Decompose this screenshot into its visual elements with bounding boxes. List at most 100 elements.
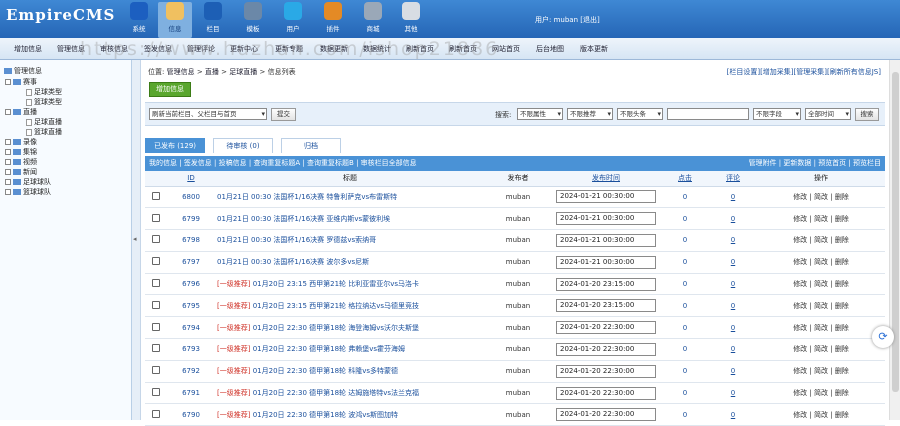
float-chat-icon[interactable]: ⟳: [872, 326, 894, 348]
expand-box-icon[interactable]: [5, 179, 11, 185]
action-quick-edit-link[interactable]: 简改: [814, 345, 828, 353]
page-scrollbar[interactable]: [889, 60, 900, 420]
row-id[interactable]: 6799: [167, 207, 215, 231]
row-id[interactable]: 6798: [167, 229, 215, 252]
row-id[interactable]: 6793: [167, 338, 215, 361]
expand-box-icon[interactable]: [5, 139, 11, 145]
action-edit-link[interactable]: 修改: [793, 389, 807, 397]
headline-select[interactable]: 不限头条: [617, 108, 663, 120]
tree-item[interactable]: 足球类型: [26, 87, 62, 97]
row-title-link[interactable]: 01月21日 00:30 法国杯1/16决赛 亚维内斯vs蒙彼利埃: [217, 215, 390, 223]
search-input[interactable]: [667, 108, 749, 120]
action-edit-link[interactable]: 修改: [793, 258, 807, 266]
action-delete-link[interactable]: 删除: [835, 367, 849, 375]
row-comments[interactable]: 0: [709, 360, 757, 383]
refresh-js-link[interactable]: [刷新所有信息JS]: [827, 68, 881, 76]
nav-user[interactable]: 用户: [276, 2, 310, 38]
subbar-link[interactable]: 更新数据: [783, 159, 811, 167]
search-button[interactable]: 搜索: [855, 108, 879, 121]
row-comments[interactable]: 0: [709, 273, 757, 296]
row-title-link[interactable]: 01月20日 22:30 德甲第18轮 达姆施塔特vs法兰克福: [253, 389, 419, 397]
nav-gear[interactable]: 其他: [394, 2, 428, 38]
action-edit-link[interactable]: 修改: [793, 193, 807, 201]
row-id[interactable]: 6791: [167, 382, 215, 405]
tree-item[interactable]: 集锦: [5, 147, 37, 157]
action-delete-link[interactable]: 删除: [835, 258, 849, 266]
col-comments[interactable]: 评论: [709, 171, 757, 187]
row-title-link[interactable]: 01月20日 23:15 西甲第21轮 格拉纳达vs马德里竞技: [253, 302, 419, 310]
action-edit-link[interactable]: 修改: [793, 367, 807, 375]
row-time-input[interactable]: 2024-01-21 00:30:00: [556, 233, 656, 247]
action-edit-link[interactable]: 修改: [793, 236, 807, 244]
tab-2[interactable]: 归档: [281, 138, 341, 153]
col-time[interactable]: 发布时间: [551, 171, 661, 187]
subbar-link[interactable]: 签发信息: [184, 159, 212, 167]
row-time-input[interactable]: 2024-01-20 22:30:00: [556, 408, 656, 422]
row-title-link[interactable]: 01月20日 22:30 德甲第18轮 弗赖堡vs霍芬海姆: [253, 345, 405, 353]
tree-item[interactable]: 足球球队: [5, 177, 51, 187]
expand-box-icon[interactable]: [5, 109, 11, 115]
tab-0[interactable]: 已发布 (129): [145, 138, 205, 153]
nav-template[interactable]: 模板: [236, 2, 270, 38]
subbar-link[interactable]: 审核栏目全部信息: [361, 159, 417, 167]
action-quick-edit-link[interactable]: 简改: [814, 302, 828, 310]
refresh-select[interactable]: 刷新当前栏目、父栏目与首页: [149, 108, 267, 120]
action-edit-link[interactable]: 修改: [793, 345, 807, 353]
row-comments[interactable]: 0: [709, 316, 757, 340]
row-title-link[interactable]: 01月20日 22:30 德甲第18轮 海登海姆vs沃尔夫斯堡: [253, 324, 419, 332]
row-time-input[interactable]: 2024-01-20 22:30:00: [556, 386, 656, 400]
row-checkbox[interactable]: [152, 366, 160, 375]
row-id[interactable]: 6794: [167, 316, 215, 340]
action-edit-link[interactable]: 修改: [793, 302, 807, 310]
manage-collect-link[interactable]: [管理采集]: [794, 68, 827, 76]
add-info-button[interactable]: 增加信息: [149, 82, 191, 97]
row-checkbox[interactable]: [152, 300, 160, 309]
action-delete-link[interactable]: 删除: [835, 280, 849, 288]
panel-splitter[interactable]: ◂: [132, 60, 141, 420]
row-comments[interactable]: 0: [709, 229, 757, 252]
row-title-link[interactable]: 01月20日 23:15 西甲第21轮 比利亚雷亚尔vs马洛卡: [253, 280, 419, 288]
scrollbar-thumb[interactable]: [892, 72, 899, 392]
menu-item[interactable]: 后台地图: [536, 44, 564, 54]
tree-item[interactable]: 赛事: [5, 77, 37, 87]
row-checkbox[interactable]: [152, 279, 160, 288]
empirecms-logo[interactable]: EmpireCMS: [6, 6, 115, 24]
tree-item[interactable]: 直播: [5, 107, 37, 117]
action-edit-link[interactable]: 修改: [793, 324, 807, 332]
action-delete-link[interactable]: 删除: [835, 193, 849, 201]
attribute-select[interactable]: 不限属性: [517, 108, 563, 120]
action-delete-link[interactable]: 删除: [835, 324, 849, 332]
action-quick-edit-link[interactable]: 简改: [814, 411, 828, 419]
tab-1[interactable]: 待审核 (0): [213, 138, 273, 153]
row-comments[interactable]: 0: [709, 382, 757, 405]
subbar-link[interactable]: 查询重复标题B: [307, 159, 354, 167]
tree-item[interactable]: 篮球球队: [5, 187, 51, 197]
nav-folder[interactable]: 栏目: [196, 2, 230, 38]
row-checkbox[interactable]: [152, 191, 160, 200]
breadcrumb-item[interactable]: 直播: [205, 68, 219, 76]
subbar-link[interactable]: 我的信息: [149, 159, 177, 167]
action-edit-link[interactable]: 修改: [793, 280, 807, 288]
row-title-link[interactable]: 01月21日 00:30 法国杯1/16决赛 特鲁利萨克vs布雷斯特: [217, 193, 397, 201]
subbar-link[interactable]: 管理附件: [749, 159, 777, 167]
tree-item[interactable]: 足球直播: [26, 117, 62, 127]
action-quick-edit-link[interactable]: 简改: [814, 236, 828, 244]
row-title-link[interactable]: 01月20日 22:30 德甲第18轮 波鸿vs斯图加特: [253, 411, 398, 419]
action-quick-edit-link[interactable]: 简改: [814, 258, 828, 266]
action-delete-link[interactable]: 删除: [835, 236, 849, 244]
action-delete-link[interactable]: 删除: [835, 411, 849, 419]
row-id[interactable]: 6790: [167, 403, 215, 426]
row-checkbox[interactable]: [152, 409, 160, 418]
subbar-link[interactable]: 预览栏目: [853, 159, 881, 167]
tree-item[interactable]: 视频: [5, 157, 37, 167]
row-comments[interactable]: 0: [709, 186, 757, 209]
breadcrumb-item[interactable]: 足球直播: [229, 68, 257, 76]
action-quick-edit-link[interactable]: 简改: [814, 215, 828, 223]
row-title-link[interactable]: 01月21日 00:30 法国杯1/16决赛 罗德兹vs索纳哥: [217, 236, 376, 244]
row-time-input[interactable]: 2024-01-21 00:30:00: [556, 212, 656, 226]
expand-box-icon[interactable]: [5, 189, 11, 195]
nav-shop[interactable]: 商城: [356, 2, 390, 38]
row-checkbox[interactable]: [152, 257, 160, 266]
row-time-input[interactable]: 2024-01-21 00:30:00: [556, 190, 656, 204]
action-quick-edit-link[interactable]: 简改: [814, 389, 828, 397]
